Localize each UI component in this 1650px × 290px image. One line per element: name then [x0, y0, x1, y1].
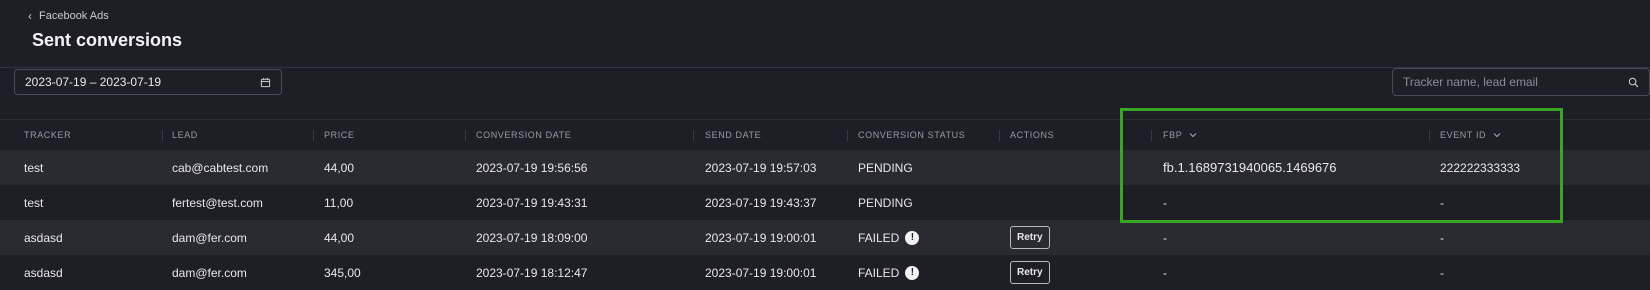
cell-send-date: 2023-07-19 19:57:03	[705, 160, 817, 175]
cell-lead: cab@cabtest.com	[172, 160, 269, 175]
cell-actions: Retry	[1010, 220, 1050, 255]
search-input[interactable]	[1403, 75, 1613, 89]
search-field[interactable]	[1392, 68, 1650, 96]
cell-tracker: test	[24, 195, 44, 210]
status-text: FAILED	[858, 265, 900, 280]
column-divider	[999, 130, 1000, 141]
column-header-label: FBP	[1163, 130, 1183, 140]
column-header-label: TRACKER	[24, 130, 72, 140]
exclamation-circle-icon[interactable]: !	[905, 230, 920, 245]
cell-tracker: test	[24, 160, 44, 175]
cell-conversion-date: 2023-07-19 19:43:31	[476, 195, 588, 210]
cell-price: 345,00	[324, 265, 361, 280]
status-text: PENDING	[858, 160, 913, 175]
column-divider	[693, 130, 694, 141]
cell-conversion-date: 2023-07-19 18:12:47	[476, 265, 588, 280]
cell-tracker: asdasd	[24, 265, 63, 280]
table-row: test cab@cabtest.com 44,00 2023-07-19 19…	[0, 150, 1650, 185]
cell-fbp: -	[1163, 195, 1167, 210]
search-icon[interactable]	[1628, 77, 1639, 88]
table-row: test fertest@test.com 11,00 2023-07-19 1…	[0, 185, 1650, 220]
column-header-lead: LEAD	[172, 120, 198, 150]
cell-status: FAILED!	[858, 255, 920, 290]
column-divider	[1429, 130, 1430, 141]
column-header-fbp[interactable]: FBP	[1163, 120, 1197, 150]
back-link[interactable]: ‹ Facebook Ads	[28, 9, 109, 23]
date-range-picker[interactable]: 2023-07-19 – 2023-07-19	[14, 69, 282, 95]
column-divider	[1151, 130, 1152, 141]
cell-tracker: asdasd	[24, 230, 63, 245]
column-header-event-id[interactable]: EVENT ID	[1440, 120, 1501, 150]
cell-event-id: -	[1440, 265, 1444, 280]
date-range-value: 2023-07-19 – 2023-07-19	[25, 75, 162, 89]
cell-lead: dam@fer.com	[172, 265, 247, 280]
table-row: asdasd dam@fer.com 345,00 2023-07-19 18:…	[0, 255, 1650, 290]
chevron-left-icon: ‹	[28, 9, 32, 23]
column-header-label: SEND DATE	[705, 130, 762, 140]
cell-fbp: -	[1163, 265, 1167, 280]
cell-conversion-date: 2023-07-19 19:56:56	[476, 160, 588, 175]
column-header-label: CONVERSION STATUS	[858, 130, 966, 140]
column-header-label: EVENT ID	[1440, 130, 1487, 140]
table-header: TRACKER LEAD PRICE CONVERSION DATE SEND …	[0, 119, 1650, 150]
cell-event-id: -	[1440, 195, 1444, 210]
cell-price: 44,00	[324, 160, 355, 175]
column-divider	[847, 130, 848, 141]
column-header-label: LEAD	[172, 130, 198, 140]
column-header-label: ACTIONS	[1010, 130, 1055, 140]
cell-price: 11,00	[324, 195, 354, 210]
conversions-table: TRACKER LEAD PRICE CONVERSION DATE SEND …	[0, 119, 1650, 290]
column-header-price: PRICE	[324, 120, 355, 150]
retry-button[interactable]: Retry	[1010, 226, 1050, 249]
cell-actions: Retry	[1010, 255, 1050, 290]
status-text: PENDING	[858, 195, 913, 210]
cell-lead: fertest@test.com	[172, 195, 263, 210]
cell-conversion-date: 2023-07-19 18:09:00	[476, 230, 588, 245]
table-row: asdasd dam@fer.com 44,00 2023-07-19 18:0…	[0, 220, 1650, 255]
cell-status: PENDING	[858, 150, 913, 185]
cell-price: 44,00	[324, 230, 355, 245]
column-header-label: PRICE	[324, 130, 355, 140]
cell-fbp: fb.1.1689731940065.1469676	[1163, 160, 1337, 175]
exclamation-circle-icon[interactable]: !	[905, 265, 920, 280]
cell-send-date: 2023-07-19 19:00:01	[705, 230, 817, 245]
cell-send-date: 2023-07-19 19:00:01	[705, 265, 817, 280]
page-title: Sent conversions	[32, 30, 183, 50]
cell-event-id: 222222333333	[1440, 160, 1521, 175]
cell-lead: dam@fer.com	[172, 230, 247, 245]
cell-status: FAILED!	[858, 220, 920, 255]
retry-button[interactable]: Retry	[1010, 261, 1050, 284]
column-divider	[162, 130, 163, 141]
cell-send-date: 2023-07-19 19:43:37	[705, 195, 817, 210]
chevron-down-icon	[1189, 133, 1197, 138]
calendar-icon	[260, 77, 271, 88]
column-header-conversion-date: CONVERSION DATE	[476, 120, 571, 150]
column-header-actions: ACTIONS	[1010, 120, 1054, 150]
column-header-conversion-status: CONVERSION STATUS	[858, 120, 965, 150]
back-link-label: Facebook Ads	[39, 10, 109, 22]
cell-fbp: -	[1163, 230, 1167, 245]
column-header-tracker: TRACKER	[24, 120, 71, 150]
column-header-label: CONVERSION DATE	[476, 130, 572, 140]
column-divider	[313, 130, 314, 141]
cell-event-id: -	[1440, 230, 1444, 245]
chevron-down-icon	[1493, 133, 1501, 138]
column-header-send-date: SEND DATE	[705, 120, 761, 150]
status-text: FAILED	[858, 230, 900, 245]
cell-status: PENDING	[858, 185, 913, 220]
column-divider	[465, 130, 466, 141]
